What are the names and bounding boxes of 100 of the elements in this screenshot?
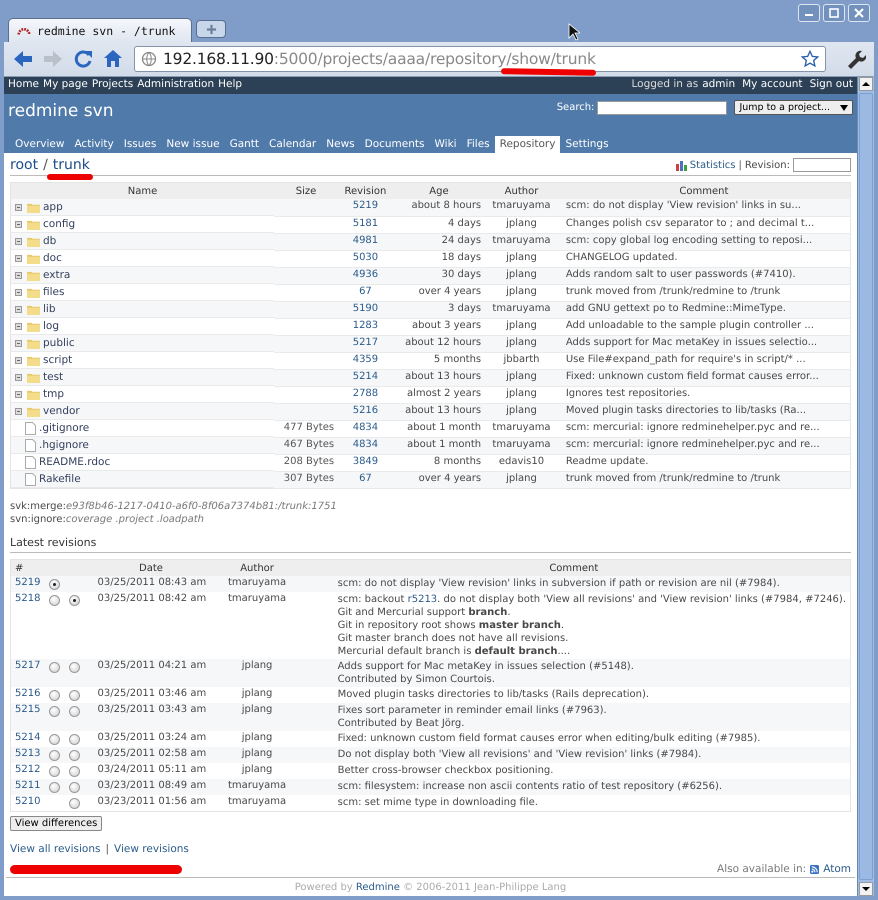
revision-link[interactable]: 5211	[15, 780, 40, 791]
expand-icon[interactable]	[15, 254, 22, 262]
atom-feed-link[interactable]: Atom	[823, 863, 851, 875]
top-menu-link[interactable]: Sign out	[810, 78, 853, 90]
minimize-button[interactable]	[798, 4, 820, 22]
revision-link[interactable]: 5030	[352, 252, 378, 262]
search-field[interactable]	[597, 100, 728, 114]
project-jump-select[interactable]: Jump to a project...	[734, 100, 853, 115]
revision-link[interactable]: 5217	[15, 660, 40, 671]
revision-link[interactable]: 4359	[352, 354, 378, 364]
radio-button[interactable]	[69, 662, 80, 673]
close-button[interactable]	[848, 4, 870, 22]
expand-icon[interactable]	[15, 204, 22, 210]
nav-tab[interactable]: New issue	[161, 136, 225, 153]
star-icon[interactable]	[801, 50, 819, 68]
revisions-link[interactable]: View revisions	[114, 843, 189, 855]
revision-link[interactable]: 1283	[352, 320, 378, 330]
revision-link[interactable]: 4981	[352, 234, 378, 246]
nav-tab[interactable]: News	[321, 136, 360, 153]
nav-tab[interactable]: Repository	[494, 136, 560, 153]
file-link[interactable]: Rakefile	[39, 473, 81, 485]
revision-link[interactable]: 5219	[15, 577, 40, 588]
expand-icon[interactable]	[15, 340, 22, 346]
revision-link[interactable]: r5213	[408, 594, 438, 605]
breadcrumb-link[interactable]: root	[10, 157, 38, 173]
nav-tab[interactable]: Calendar	[264, 136, 322, 153]
expand-icon[interactable]	[15, 390, 22, 398]
revision-link[interactable]: 67	[359, 472, 372, 484]
expand-icon[interactable]	[15, 356, 22, 364]
breadcrumb-link[interactable]: trunk	[52, 157, 90, 173]
revision-link[interactable]: 5181	[352, 218, 378, 228]
expand-icon[interactable]	[15, 238, 22, 244]
new-tab-button[interactable]	[196, 20, 226, 38]
maximize-button[interactable]	[823, 4, 845, 22]
expand-icon[interactable]	[15, 408, 22, 414]
nav-tab[interactable]: Files	[462, 136, 495, 153]
revision-link[interactable]: 5217	[352, 336, 378, 348]
radio-button[interactable]	[48, 662, 60, 673]
radio-button[interactable]	[48, 766, 60, 777]
view-differences-button[interactable]: View differences	[10, 816, 102, 831]
revision-link[interactable]: 5212	[15, 764, 40, 775]
radio-button[interactable]	[69, 690, 80, 701]
file-link[interactable]: app	[43, 201, 63, 213]
radio-button[interactable]	[48, 734, 60, 745]
nav-tab[interactable]: Settings	[560, 136, 614, 153]
revision-link[interactable]: 5218	[15, 593, 40, 604]
revision-link[interactable]: 5213	[15, 748, 40, 759]
top-menu-link[interactable]: Home	[8, 78, 40, 90]
file-link[interactable]: lib	[43, 303, 56, 315]
nav-tab[interactable]: Wiki	[430, 136, 462, 153]
scroll-up-icon[interactable]	[859, 77, 873, 91]
browser-tab[interactable]: redmine svn - /trunk	[8, 18, 192, 42]
file-link[interactable]: script	[43, 354, 72, 366]
revision-link[interactable]: 5219	[352, 200, 378, 211]
revision-link[interactable]: 5214	[15, 732, 40, 743]
file-link[interactable]: public	[43, 337, 75, 349]
radio-button[interactable]	[48, 750, 60, 761]
radio-button[interactable]	[69, 750, 80, 761]
statistics-link[interactable]: Statistics	[690, 160, 736, 170]
nav-tab[interactable]: Gantt	[224, 136, 264, 153]
top-menu-link[interactable]: Help	[218, 78, 242, 90]
radio-button[interactable]	[69, 734, 80, 745]
revision-link[interactable]: 5216	[15, 688, 40, 699]
revision-link[interactable]: 5216	[352, 404, 378, 416]
revision-link[interactable]: 3849	[352, 456, 378, 466]
revision-link[interactable]: 4936	[352, 268, 378, 280]
revision-link[interactable]: 4834	[352, 438, 378, 450]
top-menu-link[interactable]: Projects	[92, 78, 134, 90]
file-link[interactable]: files	[43, 286, 64, 298]
radio-button[interactable]	[48, 690, 60, 701]
radio-button[interactable]	[48, 579, 60, 590]
scroll-down-icon[interactable]	[859, 882, 873, 896]
file-link[interactable]: config	[43, 218, 76, 230]
file-link[interactable]: .hgignore	[39, 439, 89, 451]
revision-link[interactable]: 67	[359, 286, 372, 296]
radio-button[interactable]	[69, 595, 80, 606]
file-link[interactable]: README.rdoc	[39, 456, 110, 468]
radio-button[interactable]	[69, 706, 80, 717]
file-link[interactable]: log	[43, 320, 60, 332]
expand-icon[interactable]	[15, 306, 22, 312]
file-link[interactable]: .gitignore	[39, 422, 90, 434]
nav-tab[interactable]: Overview	[10, 136, 70, 153]
reload-icon[interactable]	[72, 48, 94, 70]
nav-tab[interactable]: Issues	[118, 136, 162, 153]
top-menu-link[interactable]: My account	[742, 78, 803, 90]
file-link[interactable]: extra	[43, 269, 70, 281]
expand-icon[interactable]	[15, 374, 22, 380]
radio-button[interactable]	[69, 782, 80, 793]
file-link[interactable]: db	[43, 235, 56, 247]
radio-button[interactable]	[69, 766, 80, 777]
radio-button[interactable]	[48, 706, 60, 717]
home-icon[interactable]	[102, 48, 124, 70]
file-link[interactable]: doc	[43, 252, 62, 264]
file-link[interactable]: test	[43, 371, 64, 383]
expand-icon[interactable]	[15, 220, 22, 228]
nav-tab[interactable]: Documents	[360, 136, 430, 153]
back-icon[interactable]	[12, 48, 34, 70]
radio-button[interactable]	[48, 595, 60, 606]
expand-icon[interactable]	[15, 322, 22, 330]
nav-tab[interactable]: Activity	[69, 136, 119, 153]
